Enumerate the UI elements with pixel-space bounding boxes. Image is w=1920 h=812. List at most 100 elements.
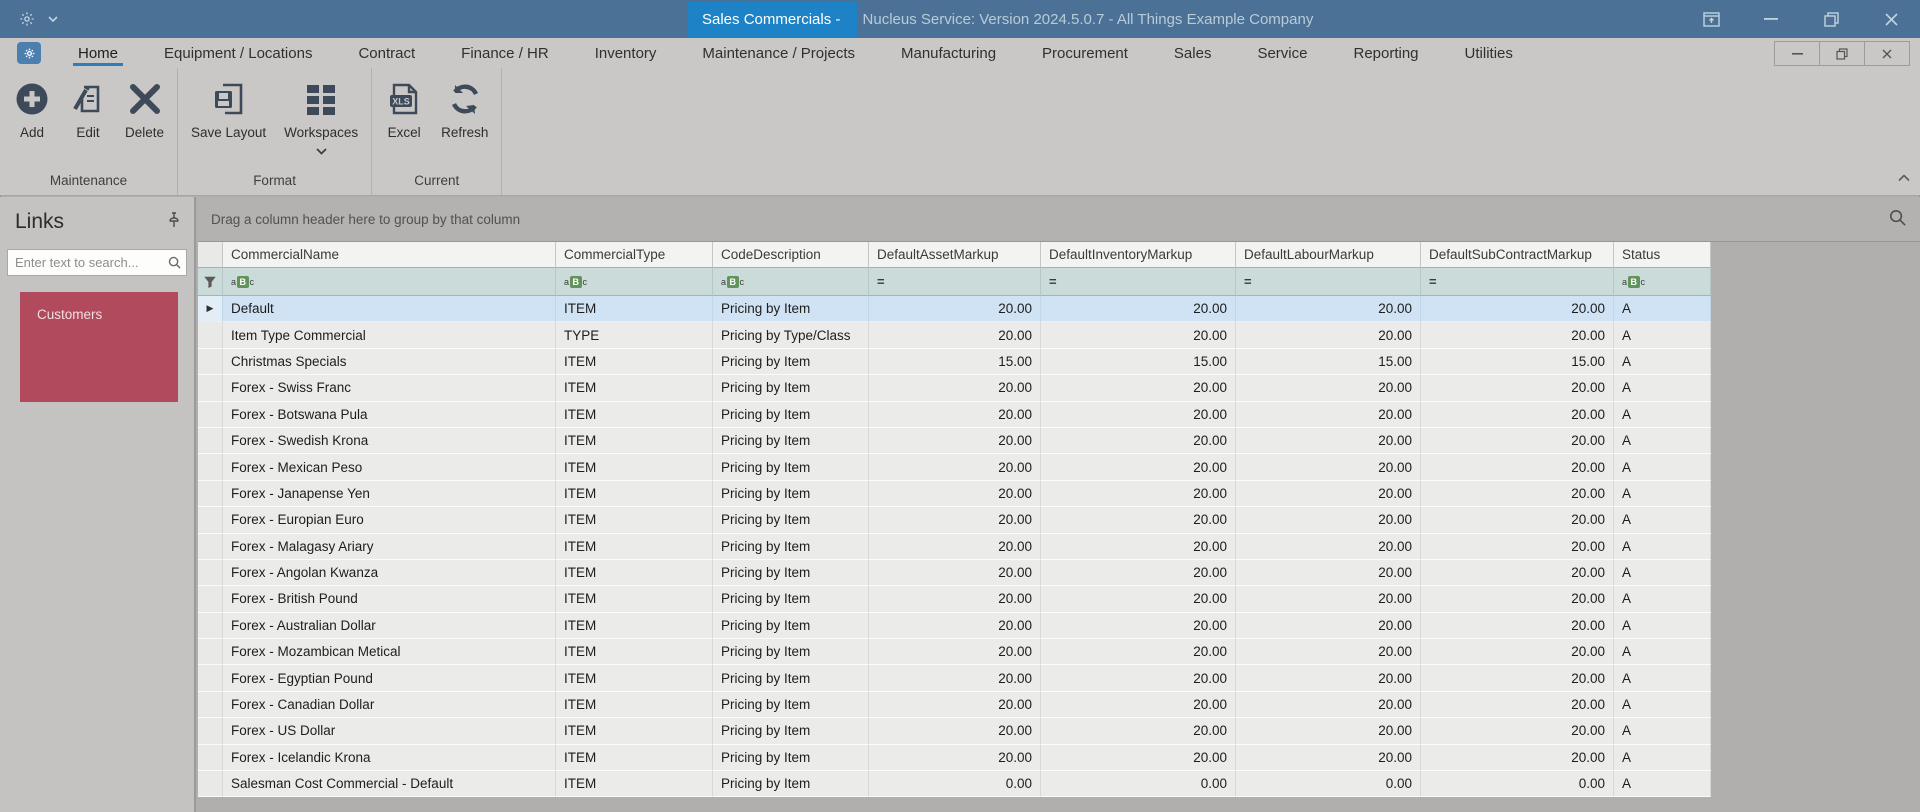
tab-procurement[interactable]: Procurement	[1019, 38, 1151, 68]
cell-defaultsubcontractmarkup: 20.00	[1421, 586, 1614, 613]
table-row[interactable]: Christmas Specials ITEM Pricing by Item 15.…	[198, 348, 1713, 376]
link-tile-customers[interactable]: Customers	[20, 292, 178, 402]
workspaces-button[interactable]: Workspaces	[275, 76, 367, 162]
column-header-commercialname[interactable]: CommercialName	[223, 242, 556, 268]
pin-icon[interactable]	[168, 211, 180, 233]
button-label: Excel	[387, 125, 421, 140]
cell-status: A	[1614, 586, 1711, 613]
table-row[interactable]: Forex - Egyptian Pound ITEM Pricing by Ite…	[198, 665, 1713, 692]
table-row[interactable]: Forex - US Dollar ITEM Pricing by Item 20.0…	[198, 718, 1713, 745]
cell-defaultassetmarkup: 20.00	[869, 533, 1041, 560]
tab-contract[interactable]: Contract	[335, 38, 438, 68]
table-row[interactable]: Forex - Angolan Kwanza ITEM Pricing by Ite…	[198, 559, 1713, 587]
filter-cell-commercialtype[interactable]: aBc	[556, 268, 713, 296]
table-row[interactable]: Forex - Australian Dollar ITEM Pricing by …	[198, 612, 1713, 640]
tab-service[interactable]: Service	[1234, 38, 1330, 68]
table-row[interactable]: ▶ Default ITEM Pricing by Item 20.00 20.00 20.…	[198, 296, 1713, 323]
cell-defaultassetmarkup: 20.00	[869, 639, 1041, 666]
button-label: Refresh	[441, 125, 489, 140]
cell-defaultlabourmarkup: 20.00	[1236, 718, 1421, 745]
delete-button[interactable]: Delete	[116, 76, 173, 145]
inner-minimize-button[interactable]	[1774, 41, 1820, 66]
cell-codedescription: Pricing by Item	[713, 375, 869, 402]
table-row[interactable]: Forex - Canadian Dollar ITEM Pricing by It…	[198, 691, 1713, 719]
table-row[interactable]: Forex - Botswana Pula ITEM Pricing by Item…	[198, 401, 1713, 428]
column-header-codedescription[interactable]: CodeDescription	[713, 242, 869, 268]
cell-defaultlabourmarkup: 0.00	[1236, 771, 1421, 798]
ribbon: Add Edit Delete Maintenance Save Layout Works…	[0, 68, 1920, 196]
filter-cell-defaultsubcontractmarkup[interactable]: =	[1421, 268, 1614, 296]
app-window: Sales Commercials - Nucleus Service: Ver…	[0, 0, 1920, 812]
column-header-status[interactable]: Status	[1614, 242, 1711, 268]
inner-restore-button[interactable]	[1819, 41, 1865, 66]
restore-button[interactable]	[1820, 8, 1842, 30]
cell-defaultsubcontractmarkup: 20.00	[1421, 691, 1614, 719]
filter-cell-status[interactable]: aBc	[1614, 268, 1711, 296]
cell-defaultlabourmarkup: 20.00	[1236, 296, 1421, 323]
links-search-input[interactable]	[8, 250, 168, 275]
cell-commercialtype: ITEM	[556, 559, 713, 587]
filter-cell-defaultlabourmarkup[interactable]: =	[1236, 268, 1421, 296]
tab-home[interactable]: Home	[55, 38, 141, 68]
table-row[interactable]: Forex - Swedish Krona ITEM Pricing by Item…	[198, 427, 1713, 455]
cell-codedescription: Pricing by Item	[713, 296, 869, 323]
filter-cell-defaultassetmarkup[interactable]: =	[869, 268, 1041, 296]
table-row[interactable]: Forex - British Pound ITEM Pricing by Item…	[198, 586, 1713, 613]
group-by-bar[interactable]: Drag a column header here to group by th…	[198, 197, 1920, 242]
system-gear-icon[interactable]	[16, 8, 38, 30]
cell-codedescription: Pricing by Item	[713, 691, 869, 719]
tab-finance-hr[interactable]: Finance / HR	[438, 38, 572, 68]
tab-inventory[interactable]: Inventory	[572, 38, 680, 68]
column-header-defaultassetmarkup[interactable]: DefaultAssetMarkup	[869, 242, 1041, 268]
tab-manufacturing[interactable]: Manufacturing	[878, 38, 1019, 68]
filter-funnel-icon[interactable]	[198, 268, 223, 296]
chevron-down-icon[interactable]	[48, 10, 58, 28]
search-icon[interactable]	[168, 256, 188, 269]
tab-sales[interactable]: Sales	[1151, 38, 1235, 68]
collapse-ribbon-icon[interactable]	[1898, 169, 1910, 187]
table-row[interactable]: Forex - Janapense Yen ITEM Pricing by Item…	[198, 480, 1713, 508]
links-panel: Links Customers	[0, 197, 196, 812]
excel-button[interactable]: XLS Excel	[376, 76, 432, 145]
table-row[interactable]: Forex - Europian Euro ITEM Pricing by Item…	[198, 507, 1713, 534]
cell-commercialtype: ITEM	[556, 427, 713, 455]
add-button[interactable]: Add	[4, 76, 60, 145]
cell-codedescription: Pricing by Item	[713, 401, 869, 428]
table-row[interactable]: Forex - Mexican Peso ITEM Pricing by Item 2…	[198, 454, 1713, 481]
inner-close-button[interactable]	[1864, 41, 1910, 66]
table-row[interactable]: Salesman Cost Commercial - Default ITEM Pr…	[198, 771, 1713, 798]
ribbon-gear-icon[interactable]	[17, 42, 41, 64]
table-row[interactable]: Forex - Swiss Franc ITEM Pricing by Item 20…	[198, 375, 1713, 402]
tab-reporting[interactable]: Reporting	[1330, 38, 1441, 68]
tab-equipment-locations[interactable]: Equipment / Locations	[141, 38, 335, 68]
cell-defaultsubcontractmarkup: 20.00	[1421, 375, 1614, 402]
tab-utilities[interactable]: Utilities	[1442, 38, 1536, 68]
filter-cell-defaultinventorymarkup[interactable]: =	[1041, 268, 1236, 296]
grid-search-icon[interactable]	[1889, 209, 1906, 231]
cell-defaultassetmarkup: 15.00	[869, 348, 1041, 376]
cell-defaultsubcontractmarkup: 20.00	[1421, 744, 1614, 772]
column-header-defaultlabourmarkup[interactable]: DefaultLabourMarkup	[1236, 242, 1421, 268]
cell-commercialname: Forex - British Pound	[223, 586, 556, 613]
column-header-commercialtype[interactable]: CommercialType	[556, 242, 713, 268]
cell-commercialtype: ITEM	[556, 454, 713, 481]
filter-cell-codedescription[interactable]: aBc	[713, 268, 869, 296]
column-header-defaultsubcontractmarkup[interactable]: DefaultSubContractMarkup	[1421, 242, 1614, 268]
column-header-defaultinventorymarkup[interactable]: DefaultInventoryMarkup	[1041, 242, 1236, 268]
minimize-button[interactable]	[1760, 8, 1782, 30]
table-row[interactable]: Forex - Icelandic Krona ITEM Pricing by It…	[198, 744, 1713, 772]
cell-commercialname: Forex - Mozambican Metical	[223, 639, 556, 666]
cell-commercialname: Forex - Egyptian Pound	[223, 665, 556, 692]
cell-codedescription: Pricing by Item	[713, 612, 869, 640]
cell-status: A	[1614, 480, 1711, 508]
refresh-button[interactable]: Refresh	[432, 76, 497, 145]
table-row[interactable]: Forex - Mozambican Metical ITEM Pricing by…	[198, 639, 1713, 666]
table-row[interactable]: Item Type Commercial TYPE Pricing by Type/…	[198, 322, 1713, 349]
dock-window-icon[interactable]	[1700, 8, 1722, 30]
edit-button[interactable]: Edit	[60, 76, 116, 145]
save-layout-button[interactable]: Save Layout	[182, 76, 275, 145]
filter-cell-commercialname[interactable]: aBc	[223, 268, 556, 296]
table-row[interactable]: Forex - Malagasy Ariary ITEM Pricing by It…	[198, 533, 1713, 560]
tab-maintenance-projects[interactable]: Maintenance / Projects	[679, 38, 878, 68]
close-button[interactable]	[1880, 8, 1902, 30]
